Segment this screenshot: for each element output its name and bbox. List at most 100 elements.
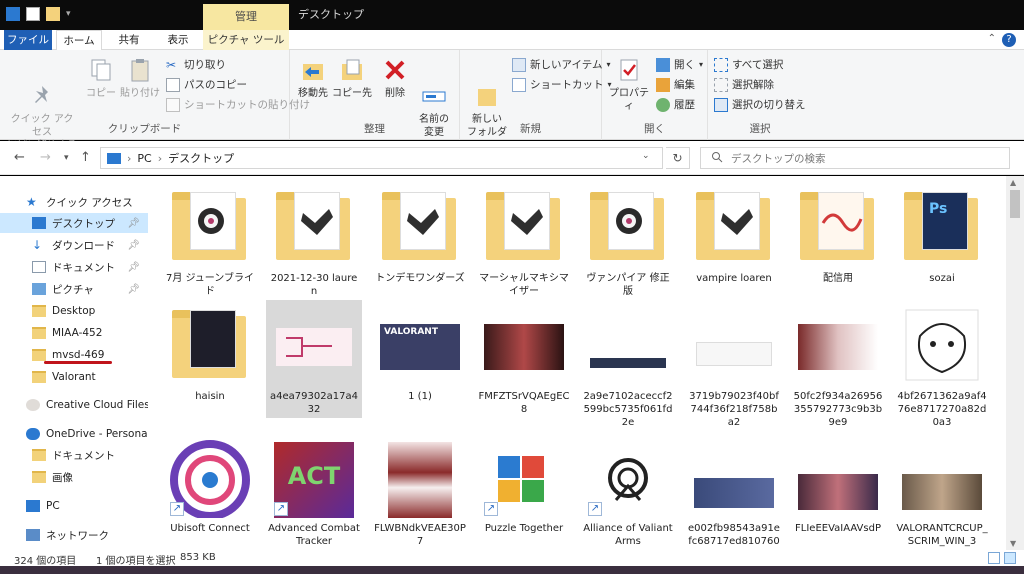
pin-quick-access-button[interactable]: クイック アクセス にピン留めする bbox=[6, 56, 78, 152]
file-item[interactable]: Ps sozai bbox=[894, 182, 990, 285]
scissors-icon: ✂ bbox=[166, 58, 177, 72]
forward-arrow-icon[interactable]: → bbox=[40, 150, 51, 165]
paste-shortcut-button[interactable]: ショートカットの貼り付け bbox=[166, 96, 310, 114]
file-item[interactable]: 50fc2f934a26956355792773c9b3b9e9 bbox=[790, 300, 886, 429]
folder-icon bbox=[32, 449, 46, 461]
file-item[interactable]: トンデモワンダーズ bbox=[372, 182, 468, 285]
file-item[interactable]: vampire loaren bbox=[686, 182, 782, 285]
select-none-button[interactable]: 選択解除 bbox=[714, 76, 774, 94]
file-item[interactable]: 3719b79023f40bf744f36f218f758ba2 bbox=[686, 300, 782, 429]
scroll-up-icon[interactable]: ▲ bbox=[1010, 178, 1016, 187]
file-item[interactable]: e002fb98543a91efc68717ed810760 bbox=[686, 432, 782, 548]
qat-dropdown-icon[interactable]: ▾ bbox=[66, 9, 71, 19]
pin-icon[interactable]: 📌︎ bbox=[127, 284, 140, 295]
pictures-icon bbox=[32, 283, 46, 295]
pin-icon[interactable]: 📌︎ bbox=[127, 262, 140, 273]
file-item[interactable]: ↗ Ubisoft Connect bbox=[162, 432, 258, 535]
tab-home[interactable]: ホーム bbox=[56, 30, 102, 51]
image-thumb bbox=[796, 438, 880, 518]
group-organize: 移動先 コピー先 削除 名前の 変更 整理 bbox=[290, 50, 460, 140]
tab-file[interactable]: ファイル bbox=[4, 30, 52, 50]
vertical-scrollbar[interactable]: ▲ ▼ bbox=[1006, 176, 1024, 550]
back-arrow-icon[interactable]: ← bbox=[14, 150, 25, 165]
nav-od-documents[interactable]: ドキュメント bbox=[0, 445, 148, 465]
nav-pc[interactable]: PC bbox=[0, 496, 148, 516]
nav-creative-cloud[interactable]: Creative Cloud Files bbox=[0, 395, 150, 415]
file-item[interactable]: 7月 ジューンブライド bbox=[162, 182, 258, 298]
file-item[interactable]: 4bf2671362a9af476e8717270a82d0a3 bbox=[894, 300, 990, 429]
file-item[interactable]: VALORANT 1 (1) bbox=[372, 300, 468, 403]
file-item[interactable]: マーシャルマキシマイザー bbox=[476, 182, 572, 298]
file-item[interactable]: ↗ Alliance of Valiant Arms bbox=[580, 432, 676, 548]
file-item[interactable]: VALORANTCRCUP_SCRIM_WIN_3 bbox=[894, 432, 990, 548]
refresh-icon[interactable]: ↻ bbox=[666, 147, 690, 169]
new-folder-icon bbox=[473, 69, 501, 106]
cut-button[interactable]: ✂ 切り取り bbox=[166, 56, 226, 74]
copy-to-button[interactable]: コピー先 bbox=[332, 56, 372, 100]
shortcut-button[interactable]: ショートカット ▾ bbox=[512, 76, 612, 94]
new-folder-icon[interactable] bbox=[46, 7, 60, 21]
file-item[interactable]: 配信用 bbox=[790, 182, 886, 285]
move-to-button[interactable]: 移動先 bbox=[294, 56, 332, 100]
file-item[interactable]: 2a9e7102aceccf2599bc5735f061fd2e bbox=[580, 300, 676, 429]
nav-pictures[interactable]: ピクチャ 📌︎ bbox=[0, 279, 148, 299]
select-all-button[interactable]: すべて選択 bbox=[714, 56, 783, 74]
nav-documents[interactable]: ドキュメント 📌︎ bbox=[0, 257, 148, 277]
file-item[interactable]: ヴァンパイア 修正版 bbox=[580, 182, 676, 298]
nav-quick-access[interactable]: ★ クイック アクセス bbox=[0, 192, 148, 212]
recent-dropdown-icon[interactable]: ▾ bbox=[64, 153, 69, 163]
large-icons-view-icon[interactable] bbox=[1004, 552, 1016, 564]
pin-icon[interactable]: 📌︎ bbox=[127, 240, 140, 251]
nav-folder-desktop[interactable]: Desktop bbox=[0, 301, 148, 321]
invert-selection-button[interactable]: 選択の切り替え bbox=[714, 96, 806, 114]
quick-access-toolbar: ▾ bbox=[6, 7, 71, 21]
help-icon[interactable]: ? bbox=[1002, 33, 1016, 47]
copy-path-button[interactable]: パスのコピー bbox=[166, 76, 247, 94]
nav-network[interactable]: ネットワーク bbox=[0, 525, 148, 545]
background-strip bbox=[0, 566, 1024, 574]
tab-view[interactable]: 表示 bbox=[158, 30, 198, 50]
new-item-button[interactable]: 新しいアイテム ▾ bbox=[512, 56, 610, 74]
pin-icon[interactable]: 📌︎ bbox=[127, 218, 140, 229]
nav-desktop[interactable]: デスクトップ 📌︎ bbox=[0, 213, 148, 233]
edit-button[interactable]: 編集 bbox=[656, 76, 695, 94]
tab-share[interactable]: 共有 bbox=[108, 30, 150, 50]
file-item[interactable]: FLIeEEVaIAAVsdP bbox=[790, 432, 886, 535]
breadcrumb-pc[interactable]: PC bbox=[137, 152, 151, 165]
nav-onedrive[interactable]: OneDrive - Personal bbox=[0, 424, 150, 444]
image-thumb bbox=[378, 438, 462, 518]
details-view-icon[interactable] bbox=[988, 552, 1000, 564]
new-folder-button[interactable]: 新しい フォルダー bbox=[464, 56, 510, 152]
breadcrumb-desktop[interactable]: デスクトップ bbox=[168, 150, 234, 166]
file-item[interactable]: ACT ↗ Advanced Combat Tracker bbox=[266, 432, 362, 548]
scroll-thumb[interactable] bbox=[1010, 190, 1020, 218]
file-item[interactable]: haisin bbox=[162, 300, 258, 403]
properties-button[interactable]: プロパティ bbox=[606, 56, 652, 113]
nav-downloads[interactable]: ↓ ダウンロード 📌︎ bbox=[0, 235, 148, 255]
up-arrow-icon[interactable]: ↑ bbox=[80, 150, 91, 165]
move-folder-icon bbox=[299, 56, 327, 84]
scroll-down-icon[interactable]: ▼ bbox=[1010, 539, 1016, 548]
address-dropdown-icon[interactable]: ⌄ bbox=[642, 151, 650, 161]
open-button[interactable]: 開く ▾ bbox=[656, 56, 703, 74]
file-item[interactable]: FMFZTSrVQAEgEC8 bbox=[476, 300, 572, 416]
nav-folder-valorant[interactable]: Valorant bbox=[0, 367, 148, 387]
properties-icon[interactable] bbox=[26, 7, 40, 21]
copy-button[interactable]: コピー bbox=[84, 56, 118, 100]
file-item[interactable]: FLWBNdkVEAE30P7 bbox=[372, 432, 468, 548]
ribbon-collapse-icon[interactable]: ⌃ bbox=[988, 33, 996, 44]
address-bar[interactable]: › PC › デスクトップ bbox=[100, 147, 663, 169]
delete-button[interactable]: 削除 bbox=[378, 56, 412, 100]
tab-picture-tools[interactable]: ピクチャ ツール bbox=[203, 30, 289, 50]
history-button[interactable]: 履歴 bbox=[656, 96, 695, 114]
nav-folder-miaa[interactable]: MIAA-452 bbox=[0, 323, 148, 343]
file-item[interactable]: 2021-12-30 lauren bbox=[266, 182, 362, 298]
paste-button[interactable]: 貼り付け bbox=[120, 56, 160, 100]
file-item[interactable]: ↗ Puzzle Together bbox=[476, 432, 572, 535]
dropdown-arrow-icon: ▾ bbox=[699, 60, 704, 69]
nav-od-images[interactable]: 画像 bbox=[0, 467, 148, 487]
search-placeholder: デスクトップの検索 bbox=[731, 152, 826, 165]
download-icon: ↓ bbox=[32, 238, 43, 252]
file-item-selected[interactable]: a4ea79302a17a432 bbox=[266, 300, 362, 418]
search-input[interactable]: デスクトップの検索 bbox=[700, 147, 1010, 169]
